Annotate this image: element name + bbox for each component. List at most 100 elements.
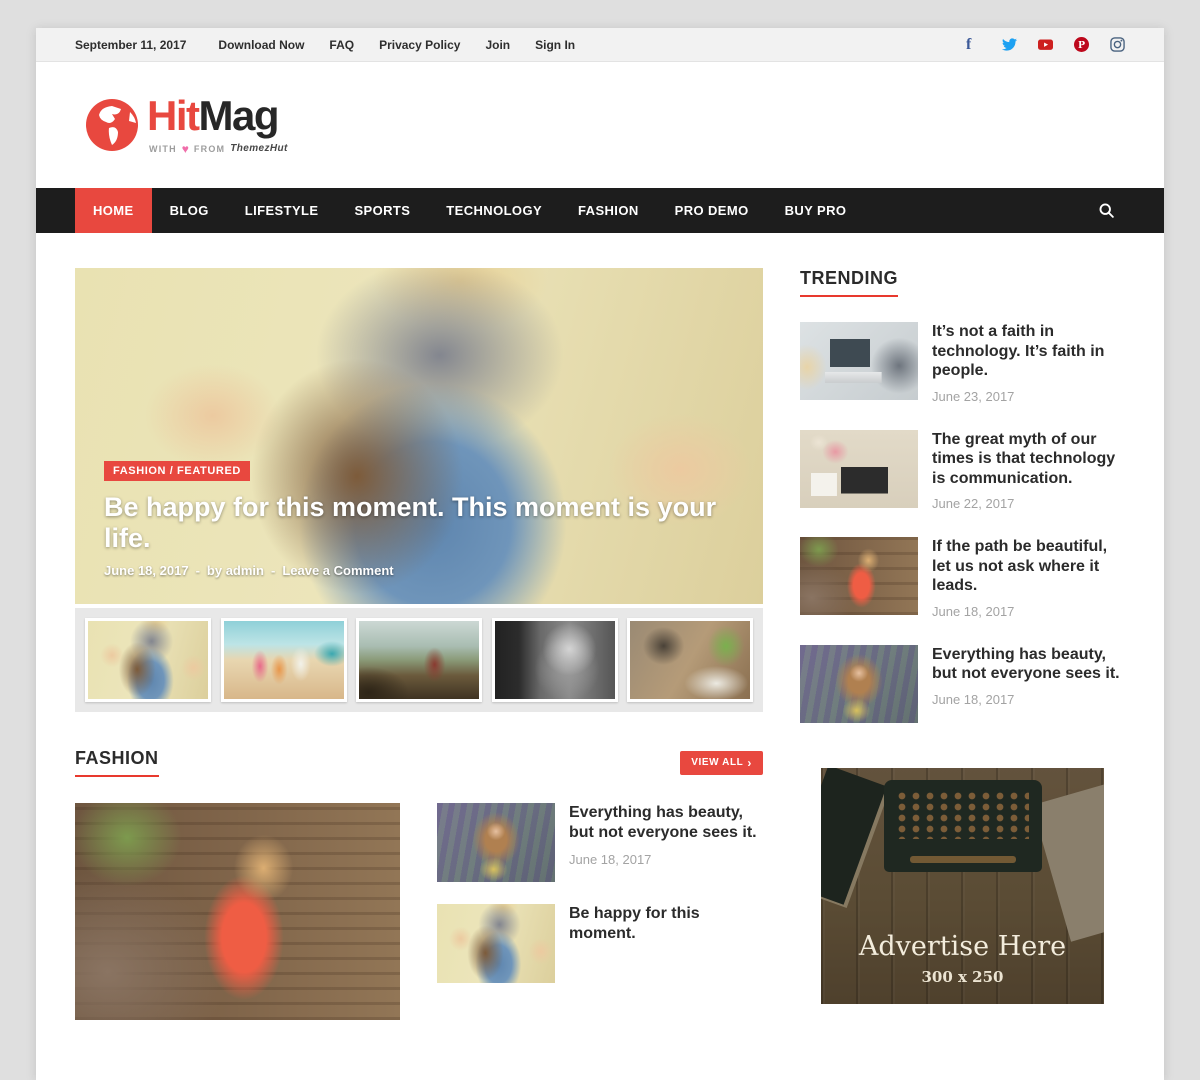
- list-item: The great myth of our times is that tech…: [800, 430, 1125, 512]
- fashion-section-title: FASHION: [75, 748, 159, 777]
- featured-title[interactable]: Be happy for this moment. This moment is…: [104, 492, 734, 554]
- meta-separator: -: [271, 563, 275, 578]
- fashion-featured-image: [75, 803, 400, 1020]
- topbar-link-join[interactable]: Join: [485, 38, 510, 52]
- topbar-link-sign-in[interactable]: Sign In: [535, 38, 575, 52]
- article-thumbnail[interactable]: [800, 537, 918, 615]
- article-thumbnail[interactable]: [800, 645, 918, 723]
- featured-overlay: FASHION / FEATURED Be happy for this mom…: [104, 461, 734, 578]
- article-info: It’s not a faith in technology. It’s fai…: [932, 322, 1125, 404]
- globe-icon: [86, 99, 138, 151]
- trending-section-header: TRENDING: [800, 268, 1125, 297]
- tagline-brand: ThemezHut: [230, 143, 288, 154]
- article-info: Everything has beauty, but not everyone …: [932, 645, 1125, 723]
- carousel-thumb-mountain[interactable]: [356, 618, 482, 702]
- nav-item-technology[interactable]: TECHNOLOGY: [428, 188, 560, 233]
- article-date: June 23, 2017: [932, 389, 1125, 404]
- ad-dimensions: 300 x 250: [821, 968, 1104, 986]
- article-title[interactable]: Everything has beauty, but not everyone …: [569, 803, 763, 843]
- main-column: FASHION / FEATURED Be happy for this mom…: [75, 268, 763, 1020]
- content-area: FASHION / FEATURED Be happy for this mom…: [36, 233, 1164, 1020]
- topbar-link-faq[interactable]: FAQ: [329, 38, 354, 52]
- view-all-label: VIEW ALL: [691, 757, 743, 768]
- youtube-icon[interactable]: [1038, 37, 1053, 52]
- logo-hit: Hit: [147, 92, 199, 139]
- logo-text: HitMag WITH ♥ FROM ThemezHut: [147, 95, 288, 156]
- site-logo[interactable]: HitMag WITH ♥ FROM ThemezHut: [86, 95, 288, 156]
- sidebar: TRENDING It’s not a faith in technology.…: [800, 268, 1125, 1020]
- fashion-section-header: FASHION VIEW ALL ›: [75, 748, 763, 777]
- article-title[interactable]: It’s not a faith in technology. It’s fai…: [932, 322, 1125, 381]
- article-date: June 18, 2017: [932, 692, 1125, 707]
- article-date: June 22, 2017: [932, 496, 1125, 511]
- ad-container: Advertise Here 300 x 250: [800, 768, 1125, 1004]
- main-nav: HOME BLOG LIFESTYLE SPORTS TECHNOLOGY FA…: [36, 188, 1164, 233]
- article-info: Be happy for this moment.: [569, 904, 763, 983]
- site-container: September 11, 2017 Download Now FAQ Priv…: [36, 28, 1164, 1080]
- current-date: September 11, 2017: [75, 38, 186, 52]
- carousel-thumb-car[interactable]: [85, 618, 211, 702]
- topbar-links: Download Now FAQ Privacy Policy Join Sig…: [218, 38, 575, 52]
- carousel-thumb-kids[interactable]: [627, 618, 753, 702]
- article-date: June 18, 2017: [569, 852, 763, 867]
- site-header: HitMag WITH ♥ FROM ThemezHut: [36, 62, 1164, 188]
- article-info: The great myth of our times is that tech…: [932, 430, 1125, 512]
- logo-name: HitMag: [147, 95, 288, 137]
- article-thumbnail[interactable]: [437, 803, 555, 882]
- advertisement-banner[interactable]: Advertise Here 300 x 250: [821, 768, 1104, 1004]
- article-title[interactable]: Be happy for this moment.: [569, 904, 763, 944]
- fashion-articles: Everything has beauty, but not everyone …: [75, 803, 763, 1020]
- carousel-thumb-coffee[interactable]: [492, 618, 618, 702]
- nav-item-home[interactable]: HOME: [75, 188, 152, 233]
- trending-section-title: TRENDING: [800, 268, 898, 297]
- article-thumbnail[interactable]: [800, 322, 918, 400]
- logo-mag: Mag: [199, 92, 279, 139]
- social-links: f P: [966, 37, 1125, 52]
- topbar: September 11, 2017 Download Now FAQ Priv…: [36, 28, 1164, 62]
- slider-thumbnails: [75, 608, 763, 712]
- article-date: June 18, 2017: [932, 604, 1125, 619]
- list-item: Be happy for this moment.: [437, 904, 763, 983]
- article-info: Everything has beauty, but not everyone …: [569, 803, 763, 882]
- meta-separator: -: [196, 563, 200, 578]
- logo-tagline: WITH ♥ FROM ThemezHut: [147, 142, 288, 156]
- heart-icon: ♥: [182, 142, 189, 156]
- featured-author[interactable]: by admin: [207, 563, 264, 578]
- article-thumbnail[interactable]: [800, 430, 918, 508]
- search-icon[interactable]: [1088, 188, 1125, 233]
- twitter-icon[interactable]: [1002, 37, 1017, 52]
- topbar-link-privacy-policy[interactable]: Privacy Policy: [379, 38, 460, 52]
- article-title[interactable]: Everything has beauty, but not everyone …: [932, 645, 1125, 684]
- category-badge[interactable]: FASHION / FEATURED: [104, 461, 250, 481]
- featured-meta: June 18, 2017 - by admin - Leave a Comme…: [104, 563, 734, 578]
- featured-comments-link[interactable]: Leave a Comment: [282, 563, 393, 578]
- chevron-right-icon: ›: [747, 757, 752, 769]
- view-all-button[interactable]: VIEW ALL ›: [680, 751, 763, 775]
- article-thumbnail[interactable]: [437, 904, 555, 983]
- topbar-link-download-now[interactable]: Download Now: [218, 38, 304, 52]
- article-title[interactable]: The great myth of our times is that tech…: [932, 430, 1125, 489]
- pinterest-icon[interactable]: P: [1074, 37, 1089, 52]
- list-item: If the path be beautiful, let us not ask…: [800, 537, 1125, 619]
- ad-title: Advertise Here: [821, 931, 1104, 962]
- nav-item-lifestyle[interactable]: LIFESTYLE: [227, 188, 337, 233]
- featured-date: June 18, 2017: [104, 563, 189, 578]
- facebook-icon[interactable]: f: [966, 37, 981, 52]
- nav-item-blog[interactable]: BLOG: [152, 188, 227, 233]
- nav-item-pro-demo[interactable]: PRO DEMO: [657, 188, 767, 233]
- svg-text:P: P: [1078, 40, 1085, 51]
- fashion-article-list: Everything has beauty, but not everyone …: [437, 803, 763, 1020]
- list-item: Everything has beauty, but not everyone …: [437, 803, 763, 882]
- fashion-featured-article[interactable]: [75, 803, 400, 1020]
- tagline-from: FROM: [194, 144, 225, 154]
- carousel-thumb-beach[interactable]: [221, 618, 347, 702]
- nav-item-sports[interactable]: SPORTS: [336, 188, 428, 233]
- list-item: Everything has beauty, but not everyone …: [800, 645, 1125, 723]
- featured-post[interactable]: FASHION / FEATURED Be happy for this mom…: [75, 268, 763, 604]
- article-title[interactable]: If the path be beautiful, let us not ask…: [932, 537, 1125, 596]
- nav-item-buy-pro[interactable]: BUY PRO: [767, 188, 865, 233]
- instagram-icon[interactable]: [1110, 37, 1125, 52]
- tagline-with: WITH: [149, 144, 177, 154]
- nav-item-fashion[interactable]: FASHION: [560, 188, 657, 233]
- list-item: It’s not a faith in technology. It’s fai…: [800, 322, 1125, 404]
